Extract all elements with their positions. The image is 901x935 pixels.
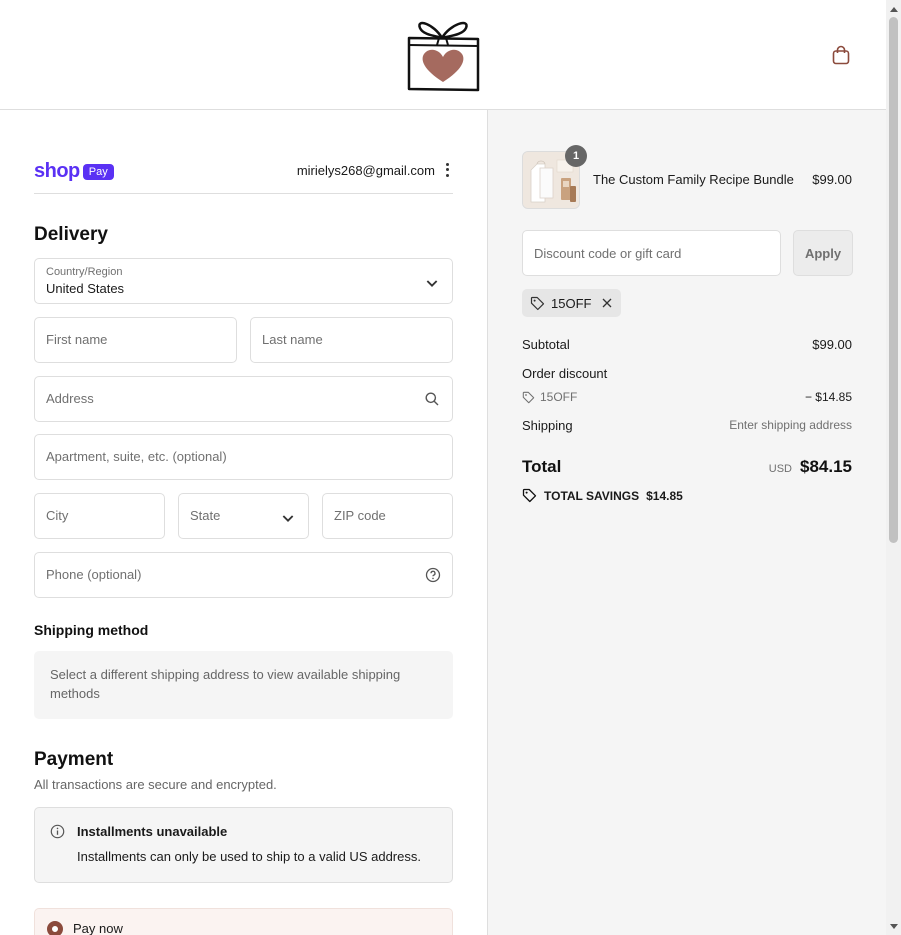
total-savings-label: TOTAL SAVINGS (544, 488, 640, 503)
shipping-method-heading: Shipping method (34, 622, 149, 638)
order-summary: 1 The Custom Family Recipe Bundle $99.00… (487, 110, 886, 935)
country-label: Country/Region (46, 266, 123, 278)
shipping-value: Enter shipping address (729, 418, 852, 432)
tags-icon (522, 488, 537, 503)
first-name-field[interactable]: First name (34, 317, 237, 363)
apartment-field[interactable]: Apartment, suite, etc. (optional) (34, 434, 453, 480)
installments-notice: Installments unavailable Installments ca… (34, 807, 453, 883)
address-field[interactable]: Address (34, 376, 453, 422)
scrollbar-thumb[interactable] (889, 17, 898, 543)
total-amount: USD $84.15 (769, 457, 852, 477)
scroll-up-arrow-icon[interactable] (886, 0, 901, 17)
discount-code-text: 15OFF (540, 390, 578, 404)
first-name-placeholder: First name (46, 332, 108, 347)
city-placeholder: City (46, 508, 69, 523)
site-header (0, 0, 886, 110)
cart-button[interactable] (828, 42, 854, 68)
discount-value: − $14.85 (804, 390, 852, 404)
tag-icon (530, 296, 545, 310)
help-circle-icon[interactable] (425, 567, 441, 583)
total-value: $84.15 (800, 457, 852, 476)
installments-title: Installments unavailable (77, 824, 228, 839)
currency-code: USD (768, 463, 792, 475)
apartment-placeholder: Apartment, suite, etc. (optional) (46, 449, 227, 464)
info-icon (50, 824, 65, 839)
last-name-field[interactable]: Last name (250, 317, 453, 363)
shipping-label: Shipping (522, 418, 573, 433)
scroll-down-arrow-icon[interactable] (886, 918, 901, 935)
shop-pay-logo: shop Pay (34, 160, 114, 183)
discount-placeholder: Discount code or gift card (534, 246, 682, 261)
pay-now-option[interactable]: Pay now (34, 908, 453, 935)
zip-field[interactable]: ZIP code (322, 493, 453, 539)
phone-field[interactable]: Phone (optional) (34, 552, 453, 598)
checkout-form: shop Pay mirielys268@gmail.com Delivery … (0, 110, 487, 935)
payment-subtitle: All transactions are secure and encrypte… (34, 777, 277, 792)
total-savings: TOTAL SAVINGS $14.85 (522, 488, 683, 503)
apply-discount-button[interactable]: Apply (793, 230, 853, 276)
installments-text: Installments can only be used to ship to… (77, 849, 421, 864)
shop-pay-brand: shop (34, 160, 80, 182)
applied-discount-code: 15OFF (551, 295, 592, 311)
delivery-heading: Delivery (34, 224, 108, 245)
shop-pay-account-row: shop Pay mirielys268@gmail.com (34, 158, 453, 194)
total-savings-value: $14.85 (646, 488, 683, 503)
city-field[interactable]: City (34, 493, 165, 539)
chevron-down-icon (426, 280, 438, 287)
more-options-icon[interactable] (443, 162, 451, 178)
remove-discount-icon[interactable] (601, 297, 613, 309)
shop-pay-badge: Pay (82, 163, 114, 180)
pay-now-radio[interactable] (47, 921, 63, 935)
order-discount-label: Order discount (522, 366, 608, 381)
state-placeholder: State (190, 508, 221, 523)
subtotal-label: Subtotal (522, 337, 570, 352)
quantity-badge: 1 (565, 145, 587, 167)
address-placeholder: Address (46, 391, 94, 406)
product-price: $99.00 (812, 172, 852, 187)
product-name: The Custom Family Recipe Bundle (593, 172, 794, 187)
total-label: Total (522, 457, 562, 476)
zip-placeholder: ZIP code (334, 508, 386, 523)
country-value: United States (46, 281, 125, 296)
search-icon (425, 392, 439, 406)
payment-heading: Payment (34, 749, 114, 770)
account-email: mirielys268@gmail.com (296, 163, 435, 178)
applied-discount-chip: 15OFF (522, 289, 622, 317)
gift-heart-logo[interactable] (404, 16, 482, 94)
shipping-method-message: Select a different shipping address to v… (50, 667, 401, 701)
shopping-bag-icon (832, 45, 850, 65)
phone-placeholder: Phone (optional) (46, 567, 142, 582)
chevron-down-icon (282, 515, 294, 522)
order-discount-code: 15OFF (522, 390, 577, 404)
discount-code-field[interactable]: Discount code or gift card (522, 230, 781, 276)
tag-icon (522, 391, 535, 403)
country-select[interactable]: Country/Region United States (34, 258, 453, 304)
subtotal-value: $99.00 (812, 337, 852, 352)
shipping-method-notice: Select a different shipping address to v… (34, 651, 453, 719)
pay-now-label: Pay now (73, 921, 123, 935)
last-name-placeholder: Last name (262, 332, 323, 347)
state-select[interactable]: State (178, 493, 309, 539)
page-scrollbar[interactable] (886, 0, 901, 935)
